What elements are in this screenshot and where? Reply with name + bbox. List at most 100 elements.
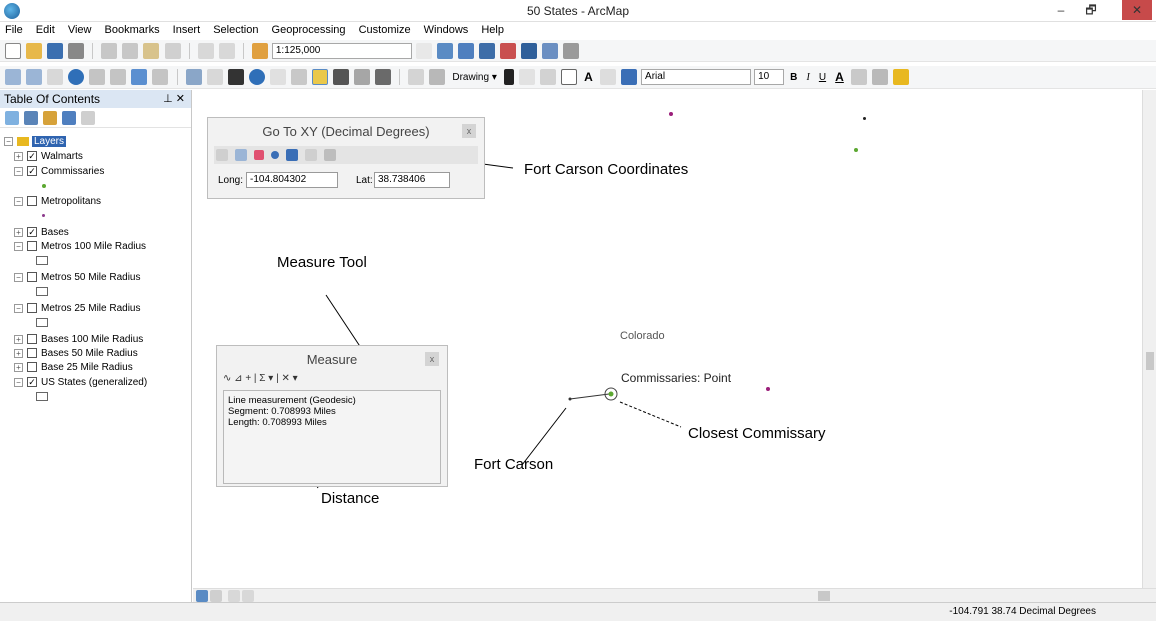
menu-insert[interactable]: Insert (168, 22, 206, 38)
bases-checkbox[interactable]: ✓ (27, 227, 37, 238)
commissaries-checkbox[interactable]: ✓ (27, 166, 37, 177)
metros-100-checkbox[interactable] (27, 241, 37, 252)
search-window-icon[interactable] (500, 43, 517, 59)
commissary-point[interactable] (608, 391, 614, 397)
map-point-walmart[interactable] (766, 387, 770, 391)
map-point-base[interactable] (863, 117, 866, 120)
pan-icon[interactable] (47, 69, 64, 85)
forward-extent-icon[interactable] (152, 69, 169, 85)
horizontal-scroll-thumb[interactable] (818, 591, 830, 601)
toc-layer-metros-25[interactable]: − Metros 25 Mile Radius (14, 303, 140, 314)
cut-icon[interactable] (101, 43, 118, 59)
select-features-icon[interactable] (185, 69, 202, 85)
toc-layer-metros-100[interactable]: − Metros 100 Mile Radius (14, 241, 146, 252)
copy-icon[interactable] (122, 43, 139, 59)
italic-button[interactable]: I (803, 72, 812, 83)
zoom-to-icon[interactable] (235, 149, 248, 161)
save-icon[interactable] (47, 43, 64, 59)
menu-help[interactable]: Help (476, 22, 509, 38)
print-icon[interactable] (68, 43, 85, 59)
undo-icon[interactable] (197, 43, 214, 59)
scale-dropdown-icon[interactable] (415, 43, 432, 59)
menu-selection[interactable]: Selection (208, 22, 263, 38)
refresh-icon[interactable] (228, 590, 240, 602)
menu-customize[interactable]: Customize (354, 22, 416, 38)
identify-icon[interactable] (248, 69, 265, 85)
edit-vertices-icon[interactable] (599, 69, 616, 85)
find-route-icon[interactable] (354, 69, 371, 85)
minimize-button[interactable]: – (1046, 0, 1076, 20)
menu-bookmarks[interactable]: Bookmarks (100, 22, 165, 38)
editor-toolbar-icon[interactable] (437, 43, 453, 59)
rectangle-icon[interactable] (561, 69, 578, 85)
menu-file[interactable]: File (0, 22, 28, 38)
bold-button[interactable]: B (787, 72, 800, 83)
metros-25-checkbox[interactable] (27, 303, 37, 314)
fixed-zoom-in-icon[interactable] (89, 69, 106, 85)
map-scale-input[interactable]: 1:125,000 (271, 43, 412, 59)
pan-to-icon[interactable] (216, 149, 228, 161)
model-builder-icon[interactable] (563, 43, 580, 59)
select-pointer-icon[interactable] (503, 69, 514, 85)
add-labeled-point-icon[interactable] (286, 149, 299, 161)
zoom-out-icon[interactable] (26, 69, 43, 85)
font-color-picker-icon[interactable] (620, 69, 637, 85)
bases-100-checkbox[interactable] (27, 334, 37, 345)
font-color-button[interactable]: A (832, 70, 847, 84)
list-by-source-icon[interactable] (24, 111, 39, 125)
create-viewer-icon[interactable] (429, 69, 446, 85)
table-of-contents-icon[interactable] (458, 43, 475, 59)
map-point-metro[interactable] (669, 112, 673, 116)
base-25-checkbox[interactable] (27, 362, 37, 373)
fixed-zoom-out-icon[interactable] (110, 69, 127, 85)
line-color-icon[interactable] (871, 69, 888, 85)
underline-button[interactable]: U (816, 72, 829, 83)
metropolitans-checkbox[interactable] (27, 196, 37, 207)
menu-view[interactable]: View (63, 22, 97, 38)
font-family-select[interactable]: Arial (641, 69, 752, 85)
list-by-drawing-order-icon[interactable] (5, 111, 19, 125)
close-button[interactable]: ✕ (1122, 0, 1152, 20)
map-point-commissary[interactable] (854, 148, 858, 152)
toc-layer-metros-50[interactable]: − Metros 50 Mile Radius (14, 272, 140, 283)
back-extent-icon[interactable] (131, 69, 148, 85)
metros-50-checkbox[interactable] (27, 272, 37, 283)
redo-icon[interactable] (218, 43, 235, 59)
measure-toolbar[interactable]: ∿ ⊿ + | Σ ▾ | ✕ ▾ (223, 373, 298, 384)
toc-layer-us-states[interactable]: − ✓ US States (generalized) (14, 377, 147, 388)
drawing-menu[interactable]: Drawing ▾ (449, 72, 499, 83)
time-slider-icon[interactable] (408, 69, 425, 85)
rotate-icon[interactable] (518, 69, 535, 85)
longitude-input[interactable]: -104.804302 (246, 172, 338, 188)
open-folder-icon[interactable] (26, 43, 43, 59)
full-extent-icon[interactable] (68, 69, 85, 85)
units-menu-icon[interactable] (324, 149, 337, 161)
toc-layer-walmarts[interactable]: + ✓ Walmarts (14, 151, 83, 162)
go-to-xy-close-button[interactable]: x (462, 124, 476, 138)
select-elements-icon[interactable] (227, 69, 244, 85)
menu-geoprocessing[interactable]: Geoprocessing (267, 22, 351, 38)
menu-windows[interactable]: Windows (419, 22, 474, 38)
menu-edit[interactable]: Edit (31, 22, 60, 38)
latitude-input[interactable]: 38.738406 (374, 172, 450, 188)
add-data-icon[interactable] (251, 43, 268, 59)
measure-icon[interactable] (311, 69, 328, 85)
add-callout-icon[interactable] (305, 149, 318, 161)
measure-close-button[interactable]: x (425, 352, 439, 366)
new-document-icon[interactable] (5, 43, 21, 59)
toc-layer-commissaries[interactable]: − ✓ Commissaries (14, 166, 104, 177)
pause-drawing-icon[interactable] (242, 590, 254, 602)
paste-icon[interactable] (143, 43, 160, 59)
toc-layer-base-25[interactable]: + Base 25 Mile Radius (14, 362, 133, 373)
list-by-visibility-icon[interactable] (43, 111, 58, 125)
python-window-icon[interactable] (542, 43, 559, 59)
vertical-scroll-thumb[interactable] (1146, 352, 1154, 370)
data-view-icon[interactable] (196, 590, 208, 602)
fill-color-icon[interactable] (850, 69, 867, 85)
clear-selection-icon[interactable] (206, 69, 223, 85)
us-states-checkbox[interactable]: ✓ (27, 377, 37, 388)
delete-icon[interactable] (164, 43, 181, 59)
layout-view-icon[interactable] (210, 590, 222, 602)
toc-pin-close-buttons[interactable]: ⊥ ✕ (163, 92, 185, 105)
arctoolbox-icon[interactable] (521, 43, 538, 59)
